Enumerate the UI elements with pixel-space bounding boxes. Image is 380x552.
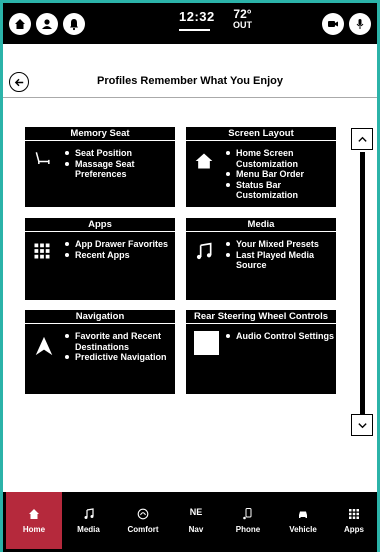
nav-home[interactable]: Home <box>6 492 62 549</box>
tile-feature-list: Your Mixed Presets Last Played Media Sou… <box>224 239 336 271</box>
white-square-icon <box>194 331 219 355</box>
tile-memory-seat[interactable]: Memory Seat Seat Position Massage Seat P… <box>25 127 175 207</box>
tile-feature-list: Favorite and Recent Destinations Predict… <box>63 331 175 363</box>
list-item: Predictive Navigation <box>63 352 175 363</box>
screen-frame: 12:32 72° OUT Profiles Remember What You… <box>0 0 380 552</box>
tile-title: Rear Steering Wheel Controls <box>186 310 336 324</box>
nav-label: Home <box>22 525 46 534</box>
phone-icon <box>221 508 275 520</box>
nav-label: Apps <box>344 525 364 534</box>
tile-feature-list: Seat Position Massage Seat Preferences <box>63 148 175 180</box>
main-content: Profiles Remember What You Enjoy Memory … <box>3 44 377 492</box>
nav-apps[interactable]: Apps <box>331 492 377 549</box>
clock: 12:32 <box>179 9 215 24</box>
page-header: Profiles Remember What You Enjoy <box>3 44 377 98</box>
nav-media[interactable]: Media <box>62 492 115 549</box>
tile-title: Navigation <box>25 310 175 324</box>
tile-rear-steering-wheel-controls[interactable]: Rear Steering Wheel Controls Audio Contr… <box>186 310 336 394</box>
grid-icon <box>33 242 51 265</box>
chevron-up-icon <box>357 136 367 142</box>
list-item: Seat Position <box>63 148 175 159</box>
tile-title: Screen Layout <box>186 127 336 141</box>
list-item: Last Played Media Source <box>224 250 336 271</box>
grid-icon <box>331 508 377 520</box>
outside-temperature: 72° OUT <box>233 7 252 31</box>
music-note-icon <box>194 242 214 267</box>
profile-icon[interactable] <box>36 13 58 35</box>
compass-label: NE <box>189 507 203 517</box>
bottom-nav: Home Media Comfort NE Nav Phone Vehicle … <box>3 492 377 552</box>
tile-title: Media <box>186 218 336 232</box>
nav-label: Phone <box>235 525 261 534</box>
music-note-icon <box>62 508 115 520</box>
nav-nav[interactable]: NE Nav <box>171 492 221 549</box>
nav-label: Comfort <box>127 525 159 534</box>
list-item: Audio Control Settings <box>224 331 334 342</box>
nav-comfort[interactable]: Comfort <box>115 492 171 549</box>
seat-icon <box>33 149 53 174</box>
navigation-arrow-icon <box>33 334 55 363</box>
home-status-icon[interactable] <box>9 13 31 35</box>
list-item: Recent Apps <box>63 250 168 261</box>
list-item: App Drawer Favorites <box>63 239 168 250</box>
scroll-up-button[interactable] <box>351 128 373 150</box>
chevron-down-icon <box>357 422 367 428</box>
tile-navigation[interactable]: Navigation Favorite and Recent Destinati… <box>25 310 175 394</box>
car-icon <box>275 508 331 520</box>
list-item: Status Bar Customization <box>224 180 336 201</box>
scrollbar-track[interactable] <box>360 152 365 414</box>
tile-screen-layout[interactable]: Screen Layout Home Screen Customization … <box>186 127 336 207</box>
tile-feature-list: App Drawer Favorites Recent Apps <box>63 239 168 260</box>
temperature-label: OUT <box>233 20 252 30</box>
scroll-down-button[interactable] <box>351 414 373 436</box>
nav-label: Media <box>77 525 100 534</box>
tile-title: Apps <box>25 218 175 232</box>
notification-icon[interactable] <box>63 13 85 35</box>
nav-label: Nav <box>188 525 204 534</box>
list-item: Favorite and Recent Destinations <box>63 331 175 352</box>
tile-media[interactable]: Media Your Mixed Presets Last Played Med… <box>186 218 336 300</box>
microphone-icon[interactable] <box>349 13 371 35</box>
tile-title: Memory Seat <box>25 127 175 141</box>
list-item: Home Screen Customization <box>224 148 336 169</box>
temperature-value: 72° <box>233 7 252 21</box>
status-bar: 12:32 72° OUT <box>3 3 377 44</box>
list-item: Your Mixed Presets <box>224 239 336 250</box>
home-icon <box>6 508 62 520</box>
nav-vehicle[interactable]: Vehicle <box>275 492 331 549</box>
list-item: Massage Seat Preferences <box>63 159 175 180</box>
tile-feature-list: Home Screen Customization Menu Bar Order… <box>224 148 336 201</box>
list-item: Menu Bar Order <box>224 169 336 180</box>
compass-icon: NE <box>171 502 221 517</box>
nav-phone[interactable]: Phone <box>221 492 275 549</box>
tile-feature-list: Audio Control Settings <box>224 331 334 342</box>
nav-label: Vehicle <box>289 525 317 534</box>
clock-underline <box>179 29 210 31</box>
climate-icon <box>115 508 171 520</box>
camera-icon[interactable] <box>322 13 344 35</box>
tile-apps[interactable]: Apps App Drawer Favorites Recent Apps <box>25 218 175 300</box>
home-icon <box>194 151 214 176</box>
page-title: Profiles Remember What You Enjoy <box>96 75 284 87</box>
